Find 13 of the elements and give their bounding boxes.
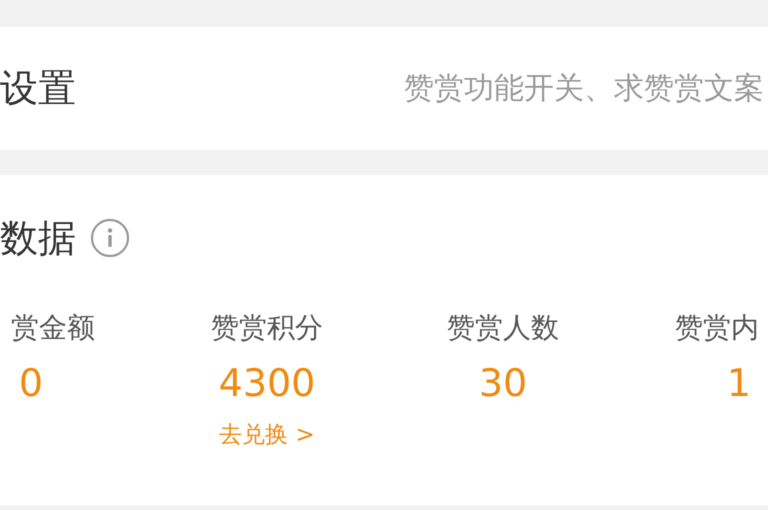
settings-title: 设置: [0, 65, 76, 112]
stat-value: 1: [726, 361, 752, 405]
stat-label: 赞赏人数: [446, 310, 560, 346]
stat-label: 赞赏积分: [210, 310, 324, 346]
stat-label: 赞赏内: [675, 310, 760, 346]
settings-row[interactable]: 设置 赞赏功能开关、求赞赏文案: [0, 27, 768, 150]
stat-value: 0: [18, 361, 44, 405]
settings-description: 赞赏功能开关、求赞赏文案: [404, 70, 764, 108]
stat-value: 30: [478, 361, 528, 405]
section-title: 数据: [0, 214, 76, 262]
stat-label: 赏金额: [10, 310, 95, 346]
stat-value: 4300: [218, 361, 316, 405]
info-icon[interactable]: [90, 218, 130, 258]
